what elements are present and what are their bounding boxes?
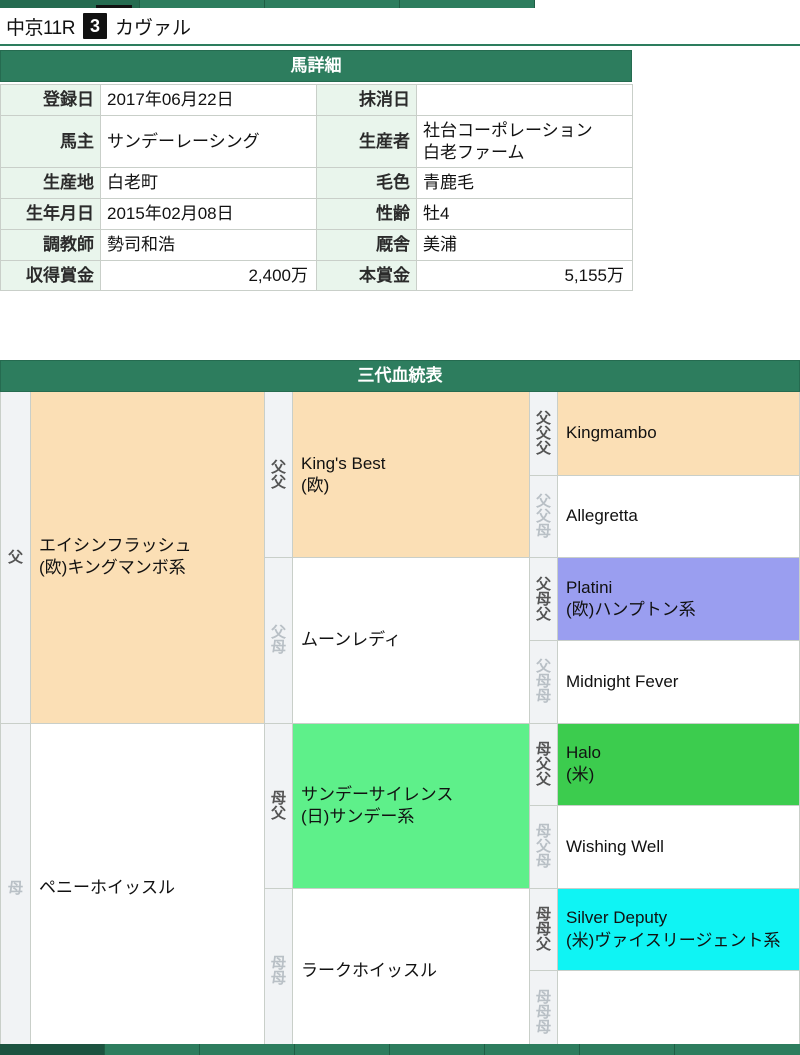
pedigree-gen3-label-3: 父母母 — [530, 639, 558, 723]
bottom-tab-spacer — [675, 1044, 800, 1055]
table-row: 生産地 白老町 毛色 青鹿毛 — [0, 167, 633, 199]
pedigree-gen3-name-7[interactable] — [558, 970, 800, 1053]
detail-label-5a: 収得賞金 — [0, 259, 101, 292]
page-root: 中京11R 3 カヴァル 馬詳細 登録日 2017年06月22日 抹消日 馬主 サンデー… — [0, 0, 800, 1055]
pedigree-gen3-label-2: 父母父 — [530, 557, 558, 640]
bottom-tab-7[interactable] — [580, 1044, 675, 1055]
top-nav-strip[interactable] — [0, 0, 800, 8]
pedigree-gen3-label-1: 父父母 — [530, 474, 558, 558]
top-nav-tab-3[interactable] — [265, 0, 400, 8]
table-row: 馬主 サンデーレーシング 生産者 社台コーポレーション 白老ファーム — [0, 114, 633, 169]
detail-value-1a: サンデーレーシング — [100, 114, 317, 169]
detail-label-0b: 抹消日 — [316, 84, 417, 116]
detail-value-3a: 2015年02月08日 — [100, 198, 317, 230]
detail-value-5a: 2,400万 — [100, 259, 317, 292]
detail-value-2b: 青鹿毛 — [416, 167, 633, 199]
detail-value-4a: 勢司和浩 — [100, 228, 317, 261]
pedigree-gen2-name-0[interactable]: King's Best (欧) — [293, 392, 530, 558]
pedigree-gen1-name-1[interactable]: ペニーホイッスル — [31, 722, 265, 1053]
detail-value-1b: 社台コーポレーション 白老ファーム — [416, 114, 633, 169]
detail-value-2a: 白老町 — [100, 167, 317, 199]
pedigree-gen3-label-0: 父父父 — [530, 392, 558, 475]
detail-label-3a: 生年月日 — [0, 198, 101, 230]
detail-label-4b: 厩舎 — [316, 228, 417, 261]
horse-detail-table: 登録日 2017年06月22日 抹消日 馬主 サンデーレーシング 生産者 社台コーポレーショ… — [0, 84, 633, 292]
detail-label-5b: 本賞金 — [316, 259, 417, 292]
detail-value-4b: 美浦 — [416, 228, 633, 261]
pedigree-gen3-name-4[interactable]: Halo (米) — [558, 722, 800, 806]
bottom-tab-active[interactable] — [0, 1044, 105, 1055]
bottom-tab-bar[interactable] — [0, 1044, 800, 1055]
detail-label-1a: 馬主 — [0, 114, 101, 169]
bottom-tab-3[interactable] — [200, 1044, 295, 1055]
pedigree-gen2-label-1: 父母 — [265, 557, 293, 723]
pedigree-gen2-name-2[interactable]: サンデーサイレンス (日)サンデー系 — [293, 722, 530, 888]
pedigree-gen3-name-0[interactable]: Kingmambo — [558, 392, 800, 475]
bottom-tab-2[interactable] — [105, 1044, 200, 1055]
pedigree-section: 三代血統表 父母 エイシンフラッシュ (欧)キングマンボ系 ペニーホイッスル 父父父… — [0, 360, 800, 1054]
gen3-label-column: 父父父父父母父母父父母母母父父母父母母母父母母母 — [530, 392, 558, 1053]
gen3-name-column: Kingmambo Allegretta Platini (欧)ハンプトン系 Midni… — [558, 392, 800, 1053]
pedigree-gen2-label-0: 父父 — [265, 392, 293, 558]
race-label: 中京11R — [6, 17, 75, 39]
top-nav-spacer — [535, 0, 800, 8]
table-row: 調教師 勢司和浩 厩舎 美浦 — [0, 228, 633, 261]
detail-value-3b: 牡4 — [416, 198, 633, 230]
detail-label-2b: 毛色 — [316, 167, 417, 199]
detail-value-0b — [416, 84, 633, 116]
bottom-tab-4[interactable] — [295, 1044, 390, 1055]
bottom-tab-5[interactable] — [390, 1044, 485, 1055]
top-nav-tab-2[interactable] — [140, 0, 265, 8]
bottom-tab-6[interactable] — [485, 1044, 580, 1055]
detail-value-0a: 2017年06月22日 — [100, 84, 317, 116]
top-nav-tab-4[interactable] — [400, 0, 535, 8]
table-row: 収得賞金 2,400万 本賞金 5,155万 — [0, 259, 633, 292]
table-row: 生年月日 2015年02月08日 性齢 牡4 — [0, 198, 633, 230]
pedigree-gen1-name-0[interactable]: エイシンフラッシュ (欧)キングマンボ系 — [31, 392, 265, 723]
pedigree-gen2-name-3[interactable]: ラークホイッスル — [293, 887, 530, 1053]
detail-label-0a: 登録日 — [0, 84, 101, 116]
page-title-bar: 中京11R 3 カヴァル — [0, 8, 800, 46]
pedigree-gen3-name-2[interactable]: Platini (欧)ハンプトン系 — [558, 557, 800, 640]
pedigree-gen3-label-4: 母父父 — [530, 722, 558, 806]
horse-number-badge: 3 — [82, 13, 107, 39]
pedigree-gen3-name-3[interactable]: Midnight Fever — [558, 639, 800, 723]
detail-label-1b: 生産者 — [316, 114, 417, 169]
pedigree-gen3-name-6[interactable]: Silver Deputy (米)ヴァイスリージェント系 — [558, 887, 800, 971]
pedigree-gen3-label-7: 母母母 — [530, 970, 558, 1053]
horse-detail-header: 馬詳細 — [0, 50, 632, 82]
pedigree-chart: 父母 エイシンフラッシュ (欧)キングマンボ系 ペニーホイッスル 父父父母母父母母 … — [0, 392, 800, 1054]
pedigree-gen1-label-0: 父 — [1, 392, 31, 723]
pedigree-gen3-label-5: 母父母 — [530, 805, 558, 888]
pedigree-header: 三代血統表 — [0, 360, 800, 392]
detail-label-4a: 調教師 — [0, 228, 101, 261]
pedigree-gen2-name-1[interactable]: ムーンレディ — [293, 557, 530, 723]
gen1-label-column: 父母 — [1, 392, 31, 1053]
pedigree-gen3-name-5[interactable]: Wishing Well — [558, 805, 800, 888]
pedigree-gen3-label-6: 母母父 — [530, 887, 558, 971]
table-row: 登録日 2017年06月22日 抹消日 — [0, 84, 633, 116]
detail-label-2a: 生産地 — [0, 167, 101, 199]
pedigree-gen2-label-3: 母母 — [265, 887, 293, 1053]
horse-detail-section: 馬詳細 登録日 2017年06月22日 抹消日 馬主 サンデーレーシング 生産者 社台コーポ… — [0, 50, 633, 292]
detail-label-3b: 性齢 — [316, 198, 417, 230]
pedigree-gen1-label-1: 母 — [1, 722, 31, 1053]
gen1-name-column: エイシンフラッシュ (欧)キングマンボ系 ペニーホイッスル — [31, 392, 265, 1053]
horse-name: カヴァル — [114, 17, 191, 39]
detail-value-5b: 5,155万 — [416, 259, 633, 292]
pedigree-gen3-name-1[interactable]: Allegretta — [558, 474, 800, 558]
gen2-name-column: King's Best (欧) ムーンレディ サンデーサイレンス (日)サンデー系 ラーク… — [293, 392, 530, 1053]
pedigree-gen2-label-2: 母父 — [265, 722, 293, 888]
gen2-label-column: 父父父母母父母母 — [265, 392, 293, 1053]
